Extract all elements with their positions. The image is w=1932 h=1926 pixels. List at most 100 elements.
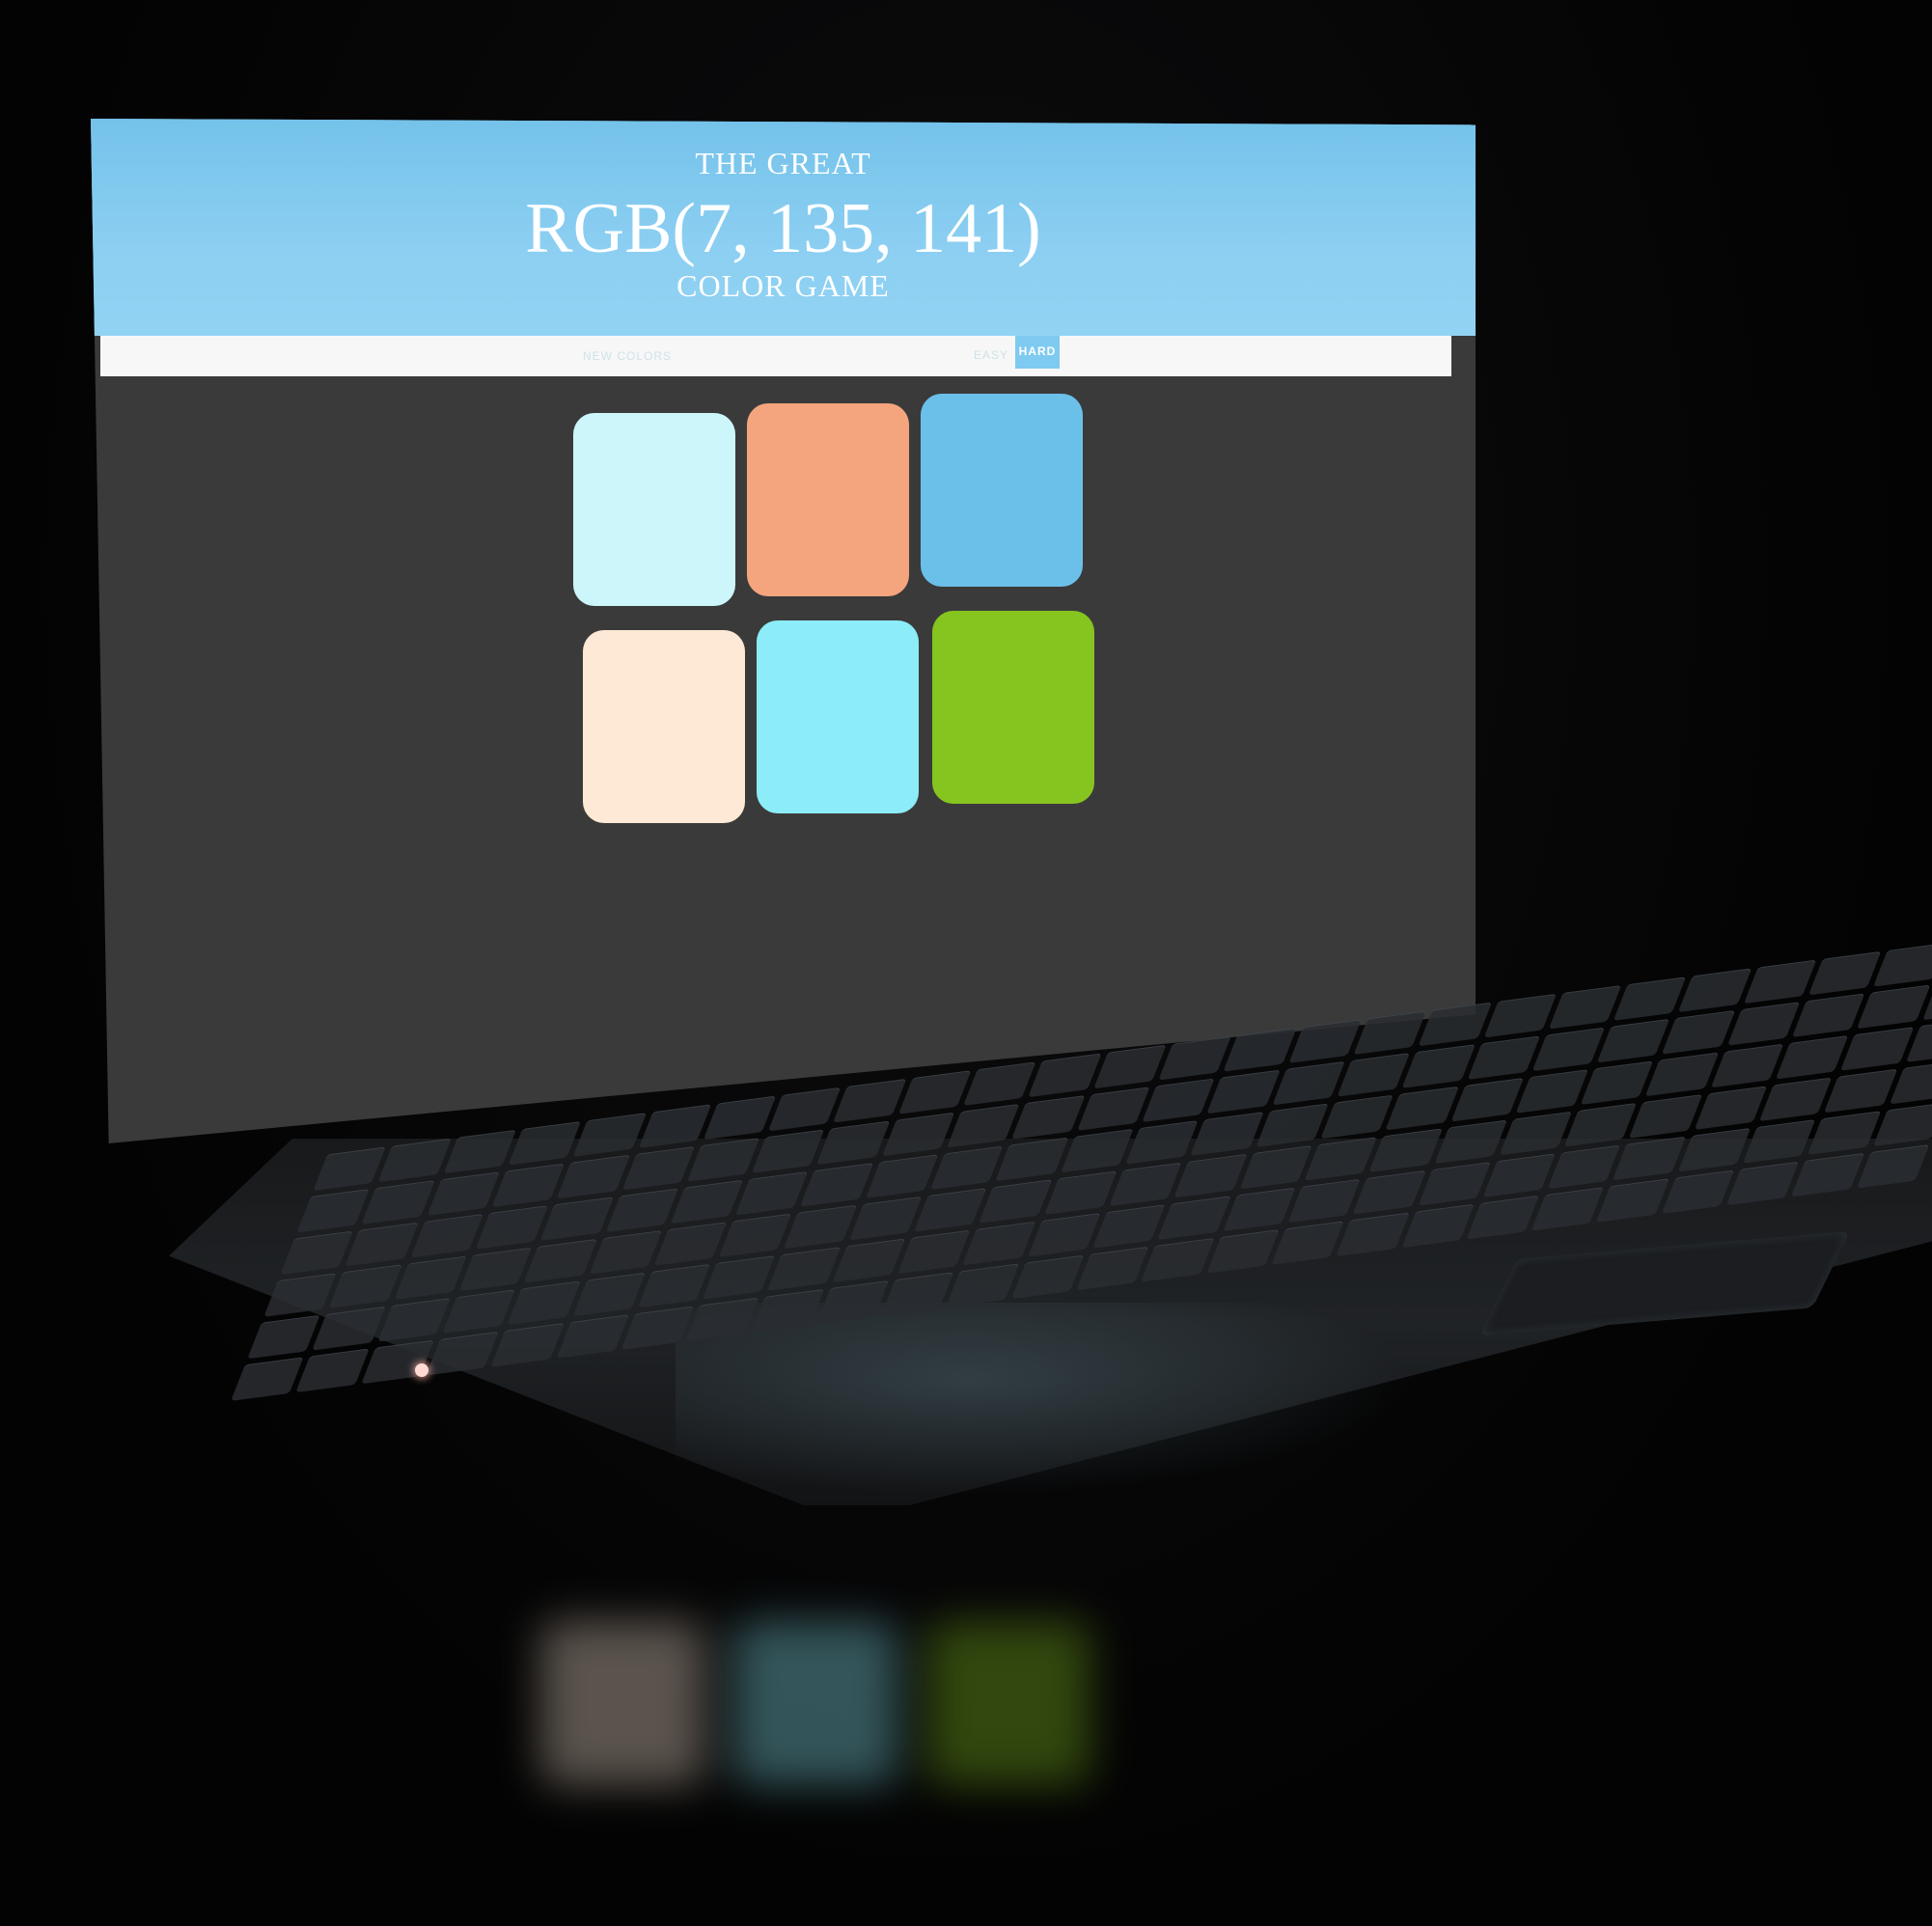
keyboard-key [1580,1060,1654,1105]
keyboard-key [1076,1087,1150,1131]
reflection-square [540,1621,704,1785]
keyboard-key [1873,942,1932,987]
keyboard-key [702,1255,776,1300]
keyboard-key [360,1339,434,1385]
keyboard-key [1515,1069,1589,1114]
title-top: THE GREAT [695,146,871,180]
power-led-icon [415,1363,428,1377]
keyboard-key [1401,1044,1476,1088]
keyboard-key [523,1238,597,1283]
keyboard-key [443,1129,516,1174]
keyboard-key [1043,1170,1118,1216]
keyboard-key [1678,968,1753,1013]
reflection-square [733,1621,897,1785]
keyboard-key [1547,1144,1621,1190]
keyboard-key [751,1288,824,1334]
keyboard-key [1824,1068,1898,1114]
keyboard-key [1775,1034,1849,1080]
keyboard-key [751,1129,825,1173]
keyboard-key [1563,1102,1638,1147]
keyboard-key [475,1205,549,1250]
keyboard-key [589,1230,662,1275]
keyboard-key [1320,1094,1394,1140]
keyboard-key [442,1289,516,1334]
keyboard-key [979,1179,1053,1224]
keyboard-key [621,1145,695,1191]
keyboard-key [1662,1009,1735,1055]
keyboard-key [490,1323,565,1367]
color-square[interactable] [573,413,735,606]
keyboard-key [784,1204,858,1250]
keyboard-key [1808,950,1882,996]
keyboard-key [508,1121,582,1166]
keyboard-key [1499,1111,1573,1156]
keyboard-key [1011,1095,1086,1140]
keyboard-key [605,1188,678,1233]
color-square[interactable] [921,394,1083,587]
keyboard-key [394,1255,467,1301]
keyboard-key [410,1213,483,1258]
keyboard-key [703,1095,777,1141]
keyboard-key [686,1138,760,1182]
keyboard-key [800,1163,874,1207]
reflection-square [926,1621,1090,1785]
keyboard-key [1141,1237,1215,1282]
keyboard-key [881,1112,955,1157]
keyboard-key [376,1298,451,1342]
keyboard-key [718,1213,792,1258]
keyboard-key [1092,1044,1167,1089]
keyboard-key [572,1272,646,1317]
title-bottom: COLOR GAME [676,268,890,303]
keyboard-key [670,1179,744,1224]
rgb-target: RGB(7, 135, 141) [525,189,1041,268]
laptop-scene: THE GREAT RGB(7, 135, 141) COLOR GAME NE… [0,0,1932,1926]
keyboard-key [832,1238,906,1283]
hard-mode-button[interactable]: HARD [1015,336,1060,369]
easy-mode-button[interactable]: EASY [974,348,1008,362]
keyboard-key [1808,1111,1881,1155]
keyboard-key [1190,1112,1264,1156]
keyboard-key [1400,1203,1475,1249]
keyboard-key [1726,1002,1801,1046]
keyboard-key [930,1145,1004,1191]
keyboard-key [897,1229,971,1275]
keyboard-key [1596,1018,1670,1063]
keyboard-key [1337,1053,1411,1097]
keyboard-key [1467,1035,1540,1081]
color-square[interactable] [932,611,1094,804]
keyboard-key [247,1314,320,1360]
keyboard-key [816,1120,891,1166]
keyboard-key [1434,1119,1507,1165]
desk-reflection [540,1621,1119,1814]
keyboard-key [539,1197,614,1241]
new-colors-button[interactable]: NEW COLORS [583,349,672,363]
keyboard-key [1857,984,1931,1030]
keyboard-key [1792,993,1865,1037]
keyboard-key [427,1171,500,1216]
keyboard-key [1791,1152,1864,1197]
keyboard-key [1352,1169,1426,1215]
keyboard-key [685,1297,759,1342]
keyboard-key [962,1221,1036,1266]
keyboard-key [1027,1212,1101,1257]
keyboard-key [1206,1069,1281,1114]
color-square[interactable] [583,630,745,823]
keyboard-key [865,1154,939,1198]
keyboard-key [1758,1077,1833,1122]
keyboard-key [1531,1187,1605,1231]
palm-rest-glow [676,1303,1409,1496]
keyboard-key [1872,1102,1932,1147]
keyboard-key [1710,1043,1784,1088]
keyboard-key [1092,1204,1166,1249]
color-square[interactable] [757,620,919,813]
keyboard-key [1173,1153,1248,1198]
keyboard-key [767,1247,841,1291]
keyboard-key [1694,1086,1768,1130]
keyboard-key [914,1188,987,1232]
keyboard-key [880,1272,954,1316]
keyboard-key [1725,1161,1800,1206]
keyboard-key [1596,1178,1670,1223]
keyboard-key [1142,1078,1215,1123]
color-square[interactable] [747,403,909,596]
keyboard-key [426,1331,500,1376]
